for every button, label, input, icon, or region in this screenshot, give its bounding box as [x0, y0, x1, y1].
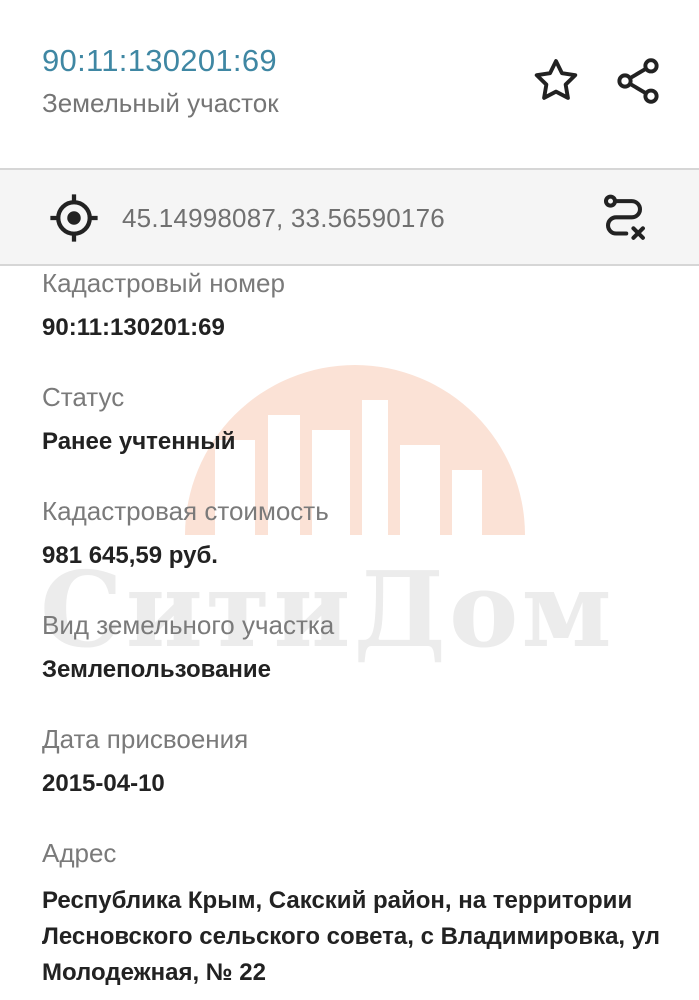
- field-label: Вид земельного участка: [42, 610, 335, 640]
- field-label: Адрес: [42, 838, 117, 868]
- field-label: Статус: [42, 382, 125, 412]
- favorite-button[interactable]: [526, 51, 586, 111]
- field-land-type: Вид земельного участка Землепользование: [42, 609, 692, 687]
- route-button[interactable]: [594, 188, 654, 248]
- header: 90:11:130201:69 Земельный участок: [0, 0, 699, 170]
- cadastral-id-title: 90:11:130201:69: [42, 43, 277, 78]
- field-label: Кадастровая стоимость: [42, 496, 329, 526]
- field-value: 90:11:130201:69: [42, 314, 225, 341]
- field-value: Ранее учтенный: [42, 428, 236, 455]
- field-label: Кадастровый номер: [42, 268, 285, 298]
- field-status: Статус Ранее учтенный: [42, 381, 692, 459]
- field-cadastral-value: Кадастровая стоимость 981 645,59 руб.: [42, 495, 692, 573]
- field-address: Адрес Республика Крым, Сакский район, на…: [42, 837, 692, 991]
- route-icon: [603, 194, 645, 240]
- field-label: Дата присвоения: [42, 724, 249, 754]
- coordinates-text[interactable]: 45.14998087, 33.56590176: [122, 203, 445, 234]
- coordinates-divider: [0, 264, 699, 266]
- field-value: 981 645,59 руб.: [42, 542, 218, 569]
- star-icon: [534, 59, 578, 100]
- field-cadastral-number: Кадастровый номер 90:11:130201:69: [42, 267, 692, 345]
- field-value: Республика Крым, Сакский район, на терри…: [42, 887, 661, 986]
- share-button[interactable]: [608, 51, 668, 111]
- share-icon: [617, 58, 659, 104]
- crosshair-icon: [50, 194, 98, 242]
- object-type-subtitle: Земельный участок: [42, 88, 279, 118]
- field-assignment-date: Дата присвоения 2015-04-10: [42, 723, 692, 801]
- field-value: 2015-04-10: [42, 770, 165, 797]
- locate-button[interactable]: [44, 188, 104, 248]
- field-value: Землепользование: [42, 656, 272, 683]
